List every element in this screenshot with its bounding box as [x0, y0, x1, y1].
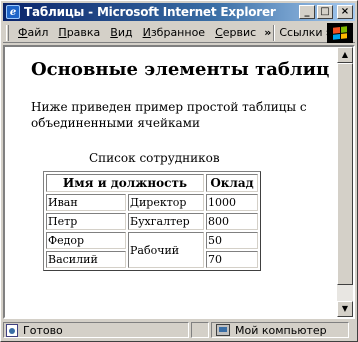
cell-position: Бухгалтер: [128, 213, 204, 230]
caption-buttons: _ □ ×: [299, 5, 353, 19]
close-button[interactable]: ×: [337, 5, 353, 19]
scroll-up-button[interactable]: ▲: [337, 47, 353, 63]
menu-tools[interactable]: Сервис: [210, 26, 261, 39]
cell-name: Федор: [46, 232, 126, 249]
windows-logo-icon: [333, 26, 347, 40]
menu-view[interactable]: Вид: [105, 26, 137, 39]
menu-overflow-chevron-icon[interactable]: »: [264, 26, 271, 39]
menu-bar: Файл Правка Вид Избранное Сервис » Ссылк…: [3, 23, 355, 43]
menu-edit[interactable]: Правка: [53, 26, 105, 39]
cell-name: Петр: [46, 213, 126, 230]
table-caption: Список сотрудников: [89, 151, 220, 165]
table-header-row: Имя и должность Оклад: [46, 174, 258, 192]
header-salary: Оклад: [206, 174, 258, 192]
window-title: Таблицы - Microsoft Internet Explorer: [24, 5, 276, 19]
menu-favorites[interactable]: Избранное: [138, 26, 210, 39]
menu-file[interactable]: Файл: [13, 26, 53, 39]
header-name-position: Имя и должность: [46, 174, 204, 192]
links-button[interactable]: Ссылки: [279, 26, 322, 39]
cell-name: Иван: [46, 194, 126, 211]
maximize-button[interactable]: □: [317, 5, 333, 19]
status-panel-empty: [191, 322, 209, 338]
page-content: Основные элементы таблиц Ниже приведен п…: [5, 47, 337, 317]
page-done-icon: [6, 323, 18, 337]
my-computer-icon: [216, 324, 230, 336]
scroll-down-button[interactable]: ▼: [337, 301, 353, 317]
browser-window: e Таблицы - Microsoft Internet Explorer …: [0, 0, 358, 342]
cell-salary: 1000: [206, 194, 258, 211]
scroll-thumb[interactable]: [337, 63, 353, 285]
status-text: Готово: [23, 323, 63, 337]
minimize-button[interactable]: _: [299, 5, 315, 19]
cell-name: Василий: [46, 251, 126, 268]
windows-logo-throbber: [327, 23, 353, 43]
vertical-scrollbar[interactable]: ▲ ▼: [337, 47, 353, 317]
table-row: Петр Бухгалтер 800: [46, 213, 258, 230]
status-panel-main: Готово: [3, 322, 189, 338]
zone-text: Мой компьютер: [235, 323, 327, 337]
cell-position: Директор: [128, 194, 204, 211]
staff-table: Имя и должность Оклад Иван Директор 1000…: [43, 171, 261, 271]
cell-salary: 50: [206, 232, 258, 249]
title-bar[interactable]: e Таблицы - Microsoft Internet Explorer …: [3, 3, 355, 21]
ie-icon: e: [6, 5, 20, 19]
cell-salary: 70: [206, 251, 258, 268]
toolbar-separator: [273, 24, 276, 41]
table-row: Федор Рабочий 50: [46, 232, 258, 268]
cell-position-merged: Рабочий: [128, 232, 204, 268]
security-zone[interactable]: Мой компьютер: [211, 322, 349, 338]
content-area: Основные элементы таблиц Ниже приведен п…: [3, 45, 355, 319]
status-bar: Готово Мой компьютер: [3, 321, 355, 339]
intro-paragraph: Ниже приведен пример простой таблицы с о…: [31, 100, 307, 130]
toolbar-grip[interactable]: [6, 24, 9, 41]
table-row: Иван Директор 1000: [46, 194, 258, 211]
page-heading: Основные элементы таблиц: [31, 59, 330, 80]
cell-salary: 800: [206, 213, 258, 230]
